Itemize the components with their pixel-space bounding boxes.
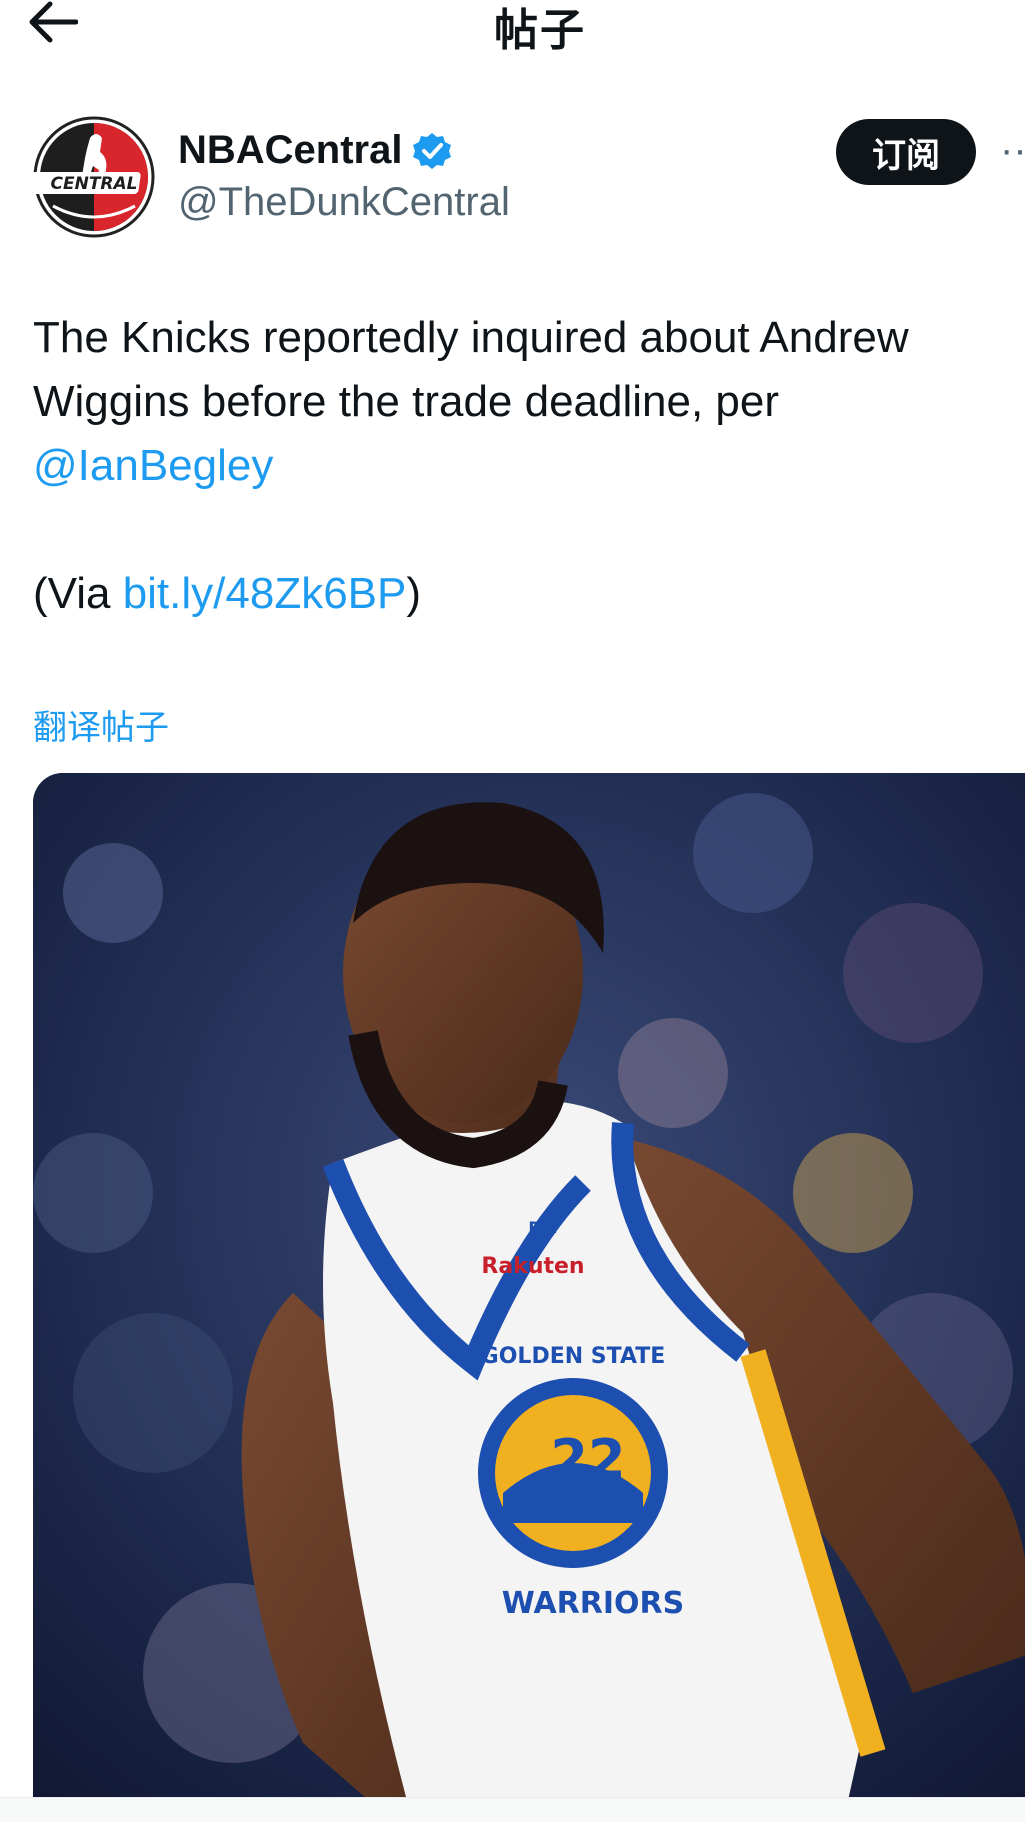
mention-link[interactable]: @IanBegley xyxy=(33,441,273,490)
jersey-text: GOLDEN STATE xyxy=(481,1344,666,1369)
translate-post-link[interactable]: 翻译帖子 xyxy=(33,700,169,749)
avatar-logo-text: CENTRAL xyxy=(51,174,138,194)
tweet-text-line: Wiggins before the trade deadline, per xyxy=(33,377,780,426)
more-options-button[interactable]: ·· xyxy=(1000,130,1025,170)
user-handle[interactable]: @TheDunkCentral xyxy=(178,180,510,225)
jersey-sponsor: Rakuten xyxy=(481,1254,584,1279)
page-title: 帖子 xyxy=(494,5,586,56)
display-name[interactable]: NBACentral xyxy=(178,128,402,173)
tweet-text-line: The Knicks reportedly inquired about And… xyxy=(33,313,909,362)
tweet-photo[interactable]: 22 GOLDEN STATE WARRIORS Rakuten DM xyxy=(33,773,1025,1813)
url-link[interactable]: bit.ly/48Zk6BP xyxy=(123,569,407,618)
via-prefix: (Via xyxy=(33,569,123,618)
via-suffix: ) xyxy=(406,569,422,618)
bottom-divider xyxy=(0,1797,1025,1822)
jersey-number: 22 xyxy=(550,1428,625,1491)
subscribe-button[interactable]: 订阅 xyxy=(836,119,976,185)
name-line: NBACentral xyxy=(178,128,452,173)
nba-central-logo: CENTRAL xyxy=(33,116,155,238)
verified-badge-icon xyxy=(413,132,452,169)
jersey-badge: DM xyxy=(528,1218,557,1237)
basketball-player-photo: 22 GOLDEN STATE WARRIORS Rakuten DM xyxy=(33,773,1025,1813)
author-row: CENTRAL NBACentral @TheDunkCentral 订阅 ·· xyxy=(33,116,1025,240)
tweet-text: The Knicks reportedly inquired about And… xyxy=(33,306,1013,626)
top-bar: 帖子 xyxy=(0,0,1025,60)
jersey-team: WARRIORS xyxy=(502,1586,685,1621)
avatar[interactable]: CENTRAL xyxy=(33,116,155,238)
